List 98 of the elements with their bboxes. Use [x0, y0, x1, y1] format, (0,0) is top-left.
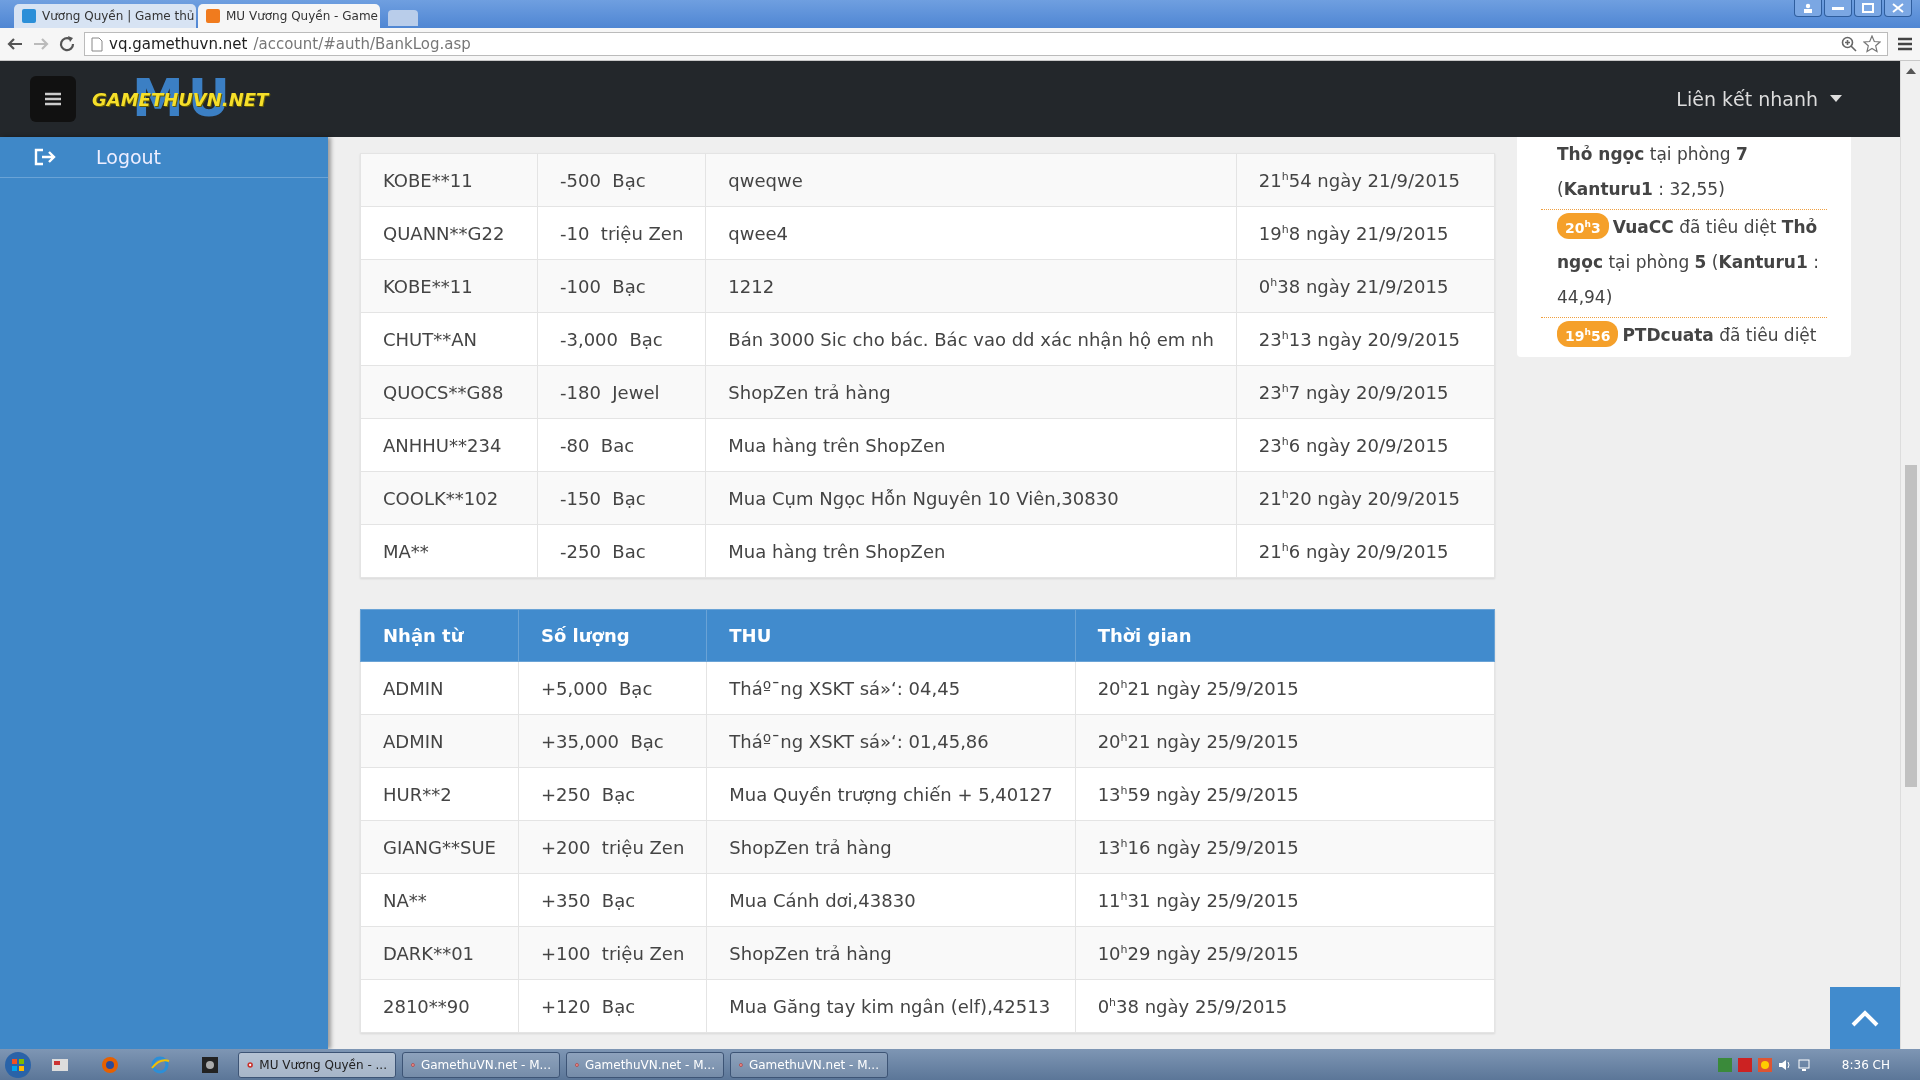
table-cell: -150 Bạc — [537, 471, 706, 525]
menu-button[interactable] — [30, 76, 76, 122]
table-cell: -100 Bạc — [537, 259, 706, 313]
close-icon[interactable] — [1884, 0, 1912, 17]
table-cell: 23$^{h}$6 ngày 20/9/2015 — [1236, 418, 1495, 472]
scroll-to-top-button[interactable] — [1830, 987, 1900, 1049]
table-cell: 1212 — [705, 259, 1237, 313]
table-cell: qweqwe — [705, 153, 1237, 207]
network-icon[interactable] — [1797, 1058, 1812, 1072]
feed-entry: 20$^{h}$3 VuaCC đã tiêu diệt Thỏ ngọc tại phòng 5 (Kanturu1 : 44,94) — [1557, 210, 1827, 315]
minimize-icon[interactable] — [1824, 0, 1852, 17]
table-cell: Mua hàng trên ShopZen — [705, 418, 1237, 472]
table-cell: KOBE**11 — [360, 153, 538, 207]
table-cell: 21$^{h}$20 ngày 20/9/2015 — [1236, 471, 1495, 525]
table-cell: KOBE**11 — [360, 259, 538, 313]
table-cell: -250 Bac — [537, 524, 706, 578]
table-cell: ShopZen trả hàng — [705, 365, 1237, 419]
browser-tab[interactable]: Vương Quyền | Game thủ — [14, 4, 196, 28]
menu-icon[interactable] — [1896, 35, 1914, 53]
address-field[interactable]: vq.gamethuvn.net /account/#auth/BankLog.asp — [84, 32, 1888, 56]
table-cell: +35,000 Bạc — [518, 714, 707, 768]
caret-icon — [1830, 95, 1842, 103]
clock: 8:36 CH — [1841, 1058, 1890, 1072]
table-cell: ADMIN — [360, 661, 519, 715]
table-cell: 13$^{h}$59 ngày 25/9/2015 — [1075, 767, 1495, 821]
feed-entry: 19$^{h}$56 PTDcuata đã tiêu diệt — [1557, 318, 1827, 353]
table-cell: 11$^{h}$31 ngày 25/9/2015 — [1075, 873, 1495, 927]
table-cell: +100 triệu Zen — [518, 926, 707, 980]
table-cell: +250 Bạc — [518, 767, 707, 821]
table-cell: Bán 3000 Sic cho bác. Bác vao dd xác nhận hộ em nh — [705, 312, 1237, 366]
table-cell: -10 triệu Zen — [537, 206, 706, 260]
table-cell: Mua Cánh dơi,43830 — [706, 873, 1076, 927]
taskbar-button[interactable]: MU Vương Quyền - ... — [238, 1052, 396, 1078]
scrollbar-thumb[interactable] — [1904, 465, 1917, 787]
table-cell: Tháº¯ng XSKT sá»‘: 04,45 — [706, 661, 1076, 715]
table-cell: 20$^{h}$21 ngày 25/9/2015 — [1075, 714, 1495, 768]
table-cell: CHUT**AN — [360, 312, 538, 366]
table-cell: GIANG**SUE — [360, 820, 519, 874]
table-cell: Mua Găng tay kim ngân (elf),42513 — [706, 979, 1076, 1033]
feed-entry: Thỏ ngọc tại phòng 7 (Kanturu1 : 32,55) — [1557, 143, 1749, 201]
tray-icon[interactable] — [1757, 1058, 1772, 1072]
table-cell: 0$^{h}$38 ngày 25/9/2015 — [1075, 979, 1495, 1033]
table-cell: +350 Bạc — [518, 873, 707, 927]
menu-icon[interactable] — [43, 91, 63, 107]
table-cell: DARK**01 — [360, 926, 519, 980]
table-cell: -500 Bạc — [537, 153, 706, 207]
zoom-icon[interactable] — [1841, 36, 1857, 52]
table-cell: NA** — [360, 873, 519, 927]
table-cell: COOLK**102 — [360, 471, 538, 525]
table-cell: QUANN**G22 — [360, 206, 538, 260]
page-icon — [91, 36, 103, 52]
quick-links-dropdown[interactable]: Liên kết nhanh — [1670, 87, 1848, 111]
user-icon[interactable] — [1794, 0, 1822, 17]
browser-tab[interactable]: MU Vương Quyền - Game — [198, 4, 380, 28]
scroll-up-icon[interactable] — [1905, 67, 1916, 75]
column-header: Nhận từ — [360, 609, 519, 662]
table-cell: Mua Quyền trượng chiến + 5,40127 — [706, 767, 1076, 821]
table-cell: 0$^{h}$38 ngày 21/9/2015 — [1236, 259, 1495, 313]
table-cell: ShopZen trả hàng — [706, 820, 1076, 874]
scrollbar[interactable] — [1900, 61, 1920, 1049]
table-cell: Mua hàng trên ShopZen — [705, 524, 1237, 578]
table-cell: 2810**90 — [360, 979, 519, 1033]
table-cell: Tháº¯ng XSKT sá»‘: 01,45,86 — [706, 714, 1076, 768]
column-header: Số lượng — [518, 609, 707, 662]
table-cell: 21$^{h}$54 ngày 21/9/2015 — [1236, 153, 1495, 207]
logout-icon — [34, 148, 56, 166]
reload-icon[interactable] — [58, 35, 76, 53]
table-cell: 13$^{h}$16 ngày 25/9/2015 — [1075, 820, 1495, 874]
table-cell: 23$^{h}$7 ngày 20/9/2015 — [1236, 365, 1495, 419]
table-cell: qwee4 — [705, 206, 1237, 260]
table-cell: +200 triệu Zen — [518, 820, 707, 874]
star-icon[interactable] — [1863, 35, 1881, 53]
browser-icon[interactable] — [100, 1055, 120, 1075]
column-header: THU — [706, 609, 1076, 662]
column-header: Thời gian — [1075, 609, 1495, 662]
table-cell: MA** — [360, 524, 538, 578]
table-cell: -180 Jewel — [537, 365, 706, 419]
table-cell: QUOCS**G88 — [360, 365, 538, 419]
table-cell: -3,000 Bạc — [537, 312, 706, 366]
table-cell: +5,000 Bạc — [518, 661, 707, 715]
table-cell: ADMIN — [360, 714, 519, 768]
browser-icon[interactable] — [150, 1055, 170, 1075]
start-icon[interactable] — [4, 1051, 32, 1079]
table-cell: +120 Bạc — [518, 979, 707, 1033]
table-cell: ShopZen trả hàng — [706, 926, 1076, 980]
table-cell: 23$^{h}$13 ngày 20/9/2015 — [1236, 312, 1495, 366]
maximize-icon[interactable] — [1854, 0, 1882, 17]
table-cell: 10$^{h}$29 ngày 25/9/2015 — [1075, 926, 1495, 980]
table-cell: 21$^{h}$6 ngày 20/9/2015 — [1236, 524, 1495, 578]
app-icon[interactable] — [200, 1055, 220, 1075]
table-cell: Mua Cụm Ngọc Hỗn Nguyên 10 Viên,30830 — [705, 471, 1237, 525]
table-cell: ANHHU**234 — [360, 418, 538, 472]
table-cell: 20$^{h}$21 ngày 25/9/2015 — [1075, 661, 1495, 715]
table-cell: -80 Bac — [537, 418, 706, 472]
table-cell: HUR**2 — [360, 767, 519, 821]
chevron-up-icon — [1850, 1009, 1880, 1027]
table-cell: 19$^{h}$8 ngày 21/9/2015 — [1236, 206, 1495, 260]
speaker-icon[interactable] — [1777, 1058, 1792, 1072]
